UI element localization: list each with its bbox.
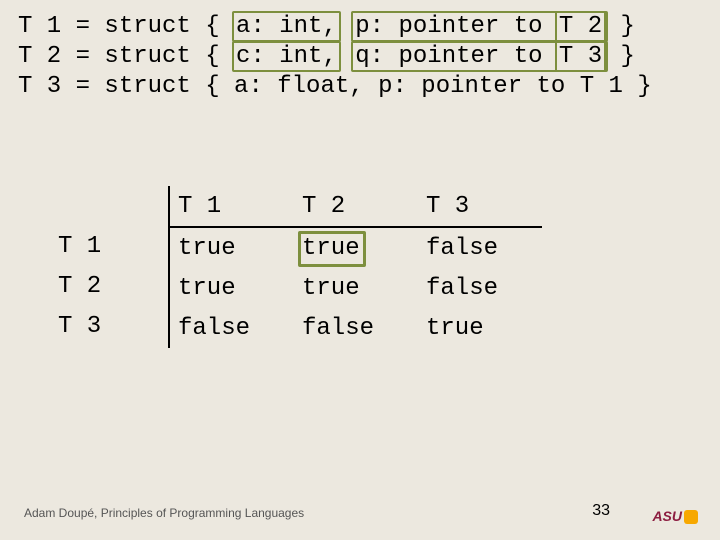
sun-icon	[684, 510, 698, 524]
col-headers: T 1 T 2 T 3	[170, 186, 542, 228]
def-field2: p: pointer to T 2	[351, 11, 608, 42]
def-prefix: T 2 = struct {	[18, 43, 234, 70]
cell: true	[418, 308, 542, 348]
def-field2: p: pointer to T 1	[378, 73, 623, 100]
table-row: false false true	[170, 308, 542, 348]
def-suffix: }	[606, 13, 635, 40]
row-label: T 3	[58, 306, 168, 346]
col-header: T 2	[294, 186, 418, 226]
cell: true	[294, 268, 418, 308]
cell: false	[170, 308, 294, 348]
page-number: 33	[592, 502, 610, 520]
table-row: true true false	[170, 268, 542, 308]
def-prefix: T 1 = struct {	[18, 13, 234, 40]
def-prefix: T 3 = struct {	[18, 73, 234, 100]
def-field1: c: int,	[232, 41, 341, 72]
cell: true	[170, 268, 294, 308]
def-field1: a: int,	[232, 11, 341, 42]
col-header: T 1	[170, 186, 294, 226]
footer-text: Adam Doupé, Principles of Programming La…	[24, 506, 304, 520]
asu-logo: ASU	[652, 508, 698, 524]
def-suffix: }	[623, 73, 652, 100]
def-t1: T 1 = struct { a: int, p: pointer to T 2…	[18, 12, 652, 42]
cell: false	[294, 308, 418, 348]
col-header: T 3	[418, 186, 542, 226]
def-t3: T 3 = struct { a: float, p: pointer to T…	[18, 72, 652, 102]
cell: true	[170, 228, 294, 268]
row-label: T 2	[58, 266, 168, 306]
def-mid	[364, 73, 378, 100]
row-label: T 1	[58, 226, 168, 266]
def-field1: a: float,	[234, 73, 364, 100]
slide: T 1 = struct { a: int, p: pointer to T 2…	[0, 0, 720, 540]
cell: true	[294, 228, 418, 268]
cell: false	[418, 268, 542, 308]
def-ptr-target: T 2	[555, 11, 606, 42]
def-suffix: }	[606, 43, 635, 70]
cell: false	[418, 228, 542, 268]
type-definitions: T 1 = struct { a: int, p: pointer to T 2…	[18, 12, 652, 102]
def-ptr-target: T 3	[555, 41, 606, 72]
table-row: true true false	[170, 228, 542, 268]
def-field2: q: pointer to T 3	[351, 41, 608, 72]
row-labels: T 1 T 2 T 3	[58, 186, 170, 348]
def-t2: T 2 = struct { c: int, q: pointer to T 3…	[18, 42, 652, 72]
equivalence-table: T 1 T 2 T 3 T 1 T 2 T 3 true true false …	[58, 186, 542, 348]
def-ptr-target: T 1	[580, 73, 623, 100]
